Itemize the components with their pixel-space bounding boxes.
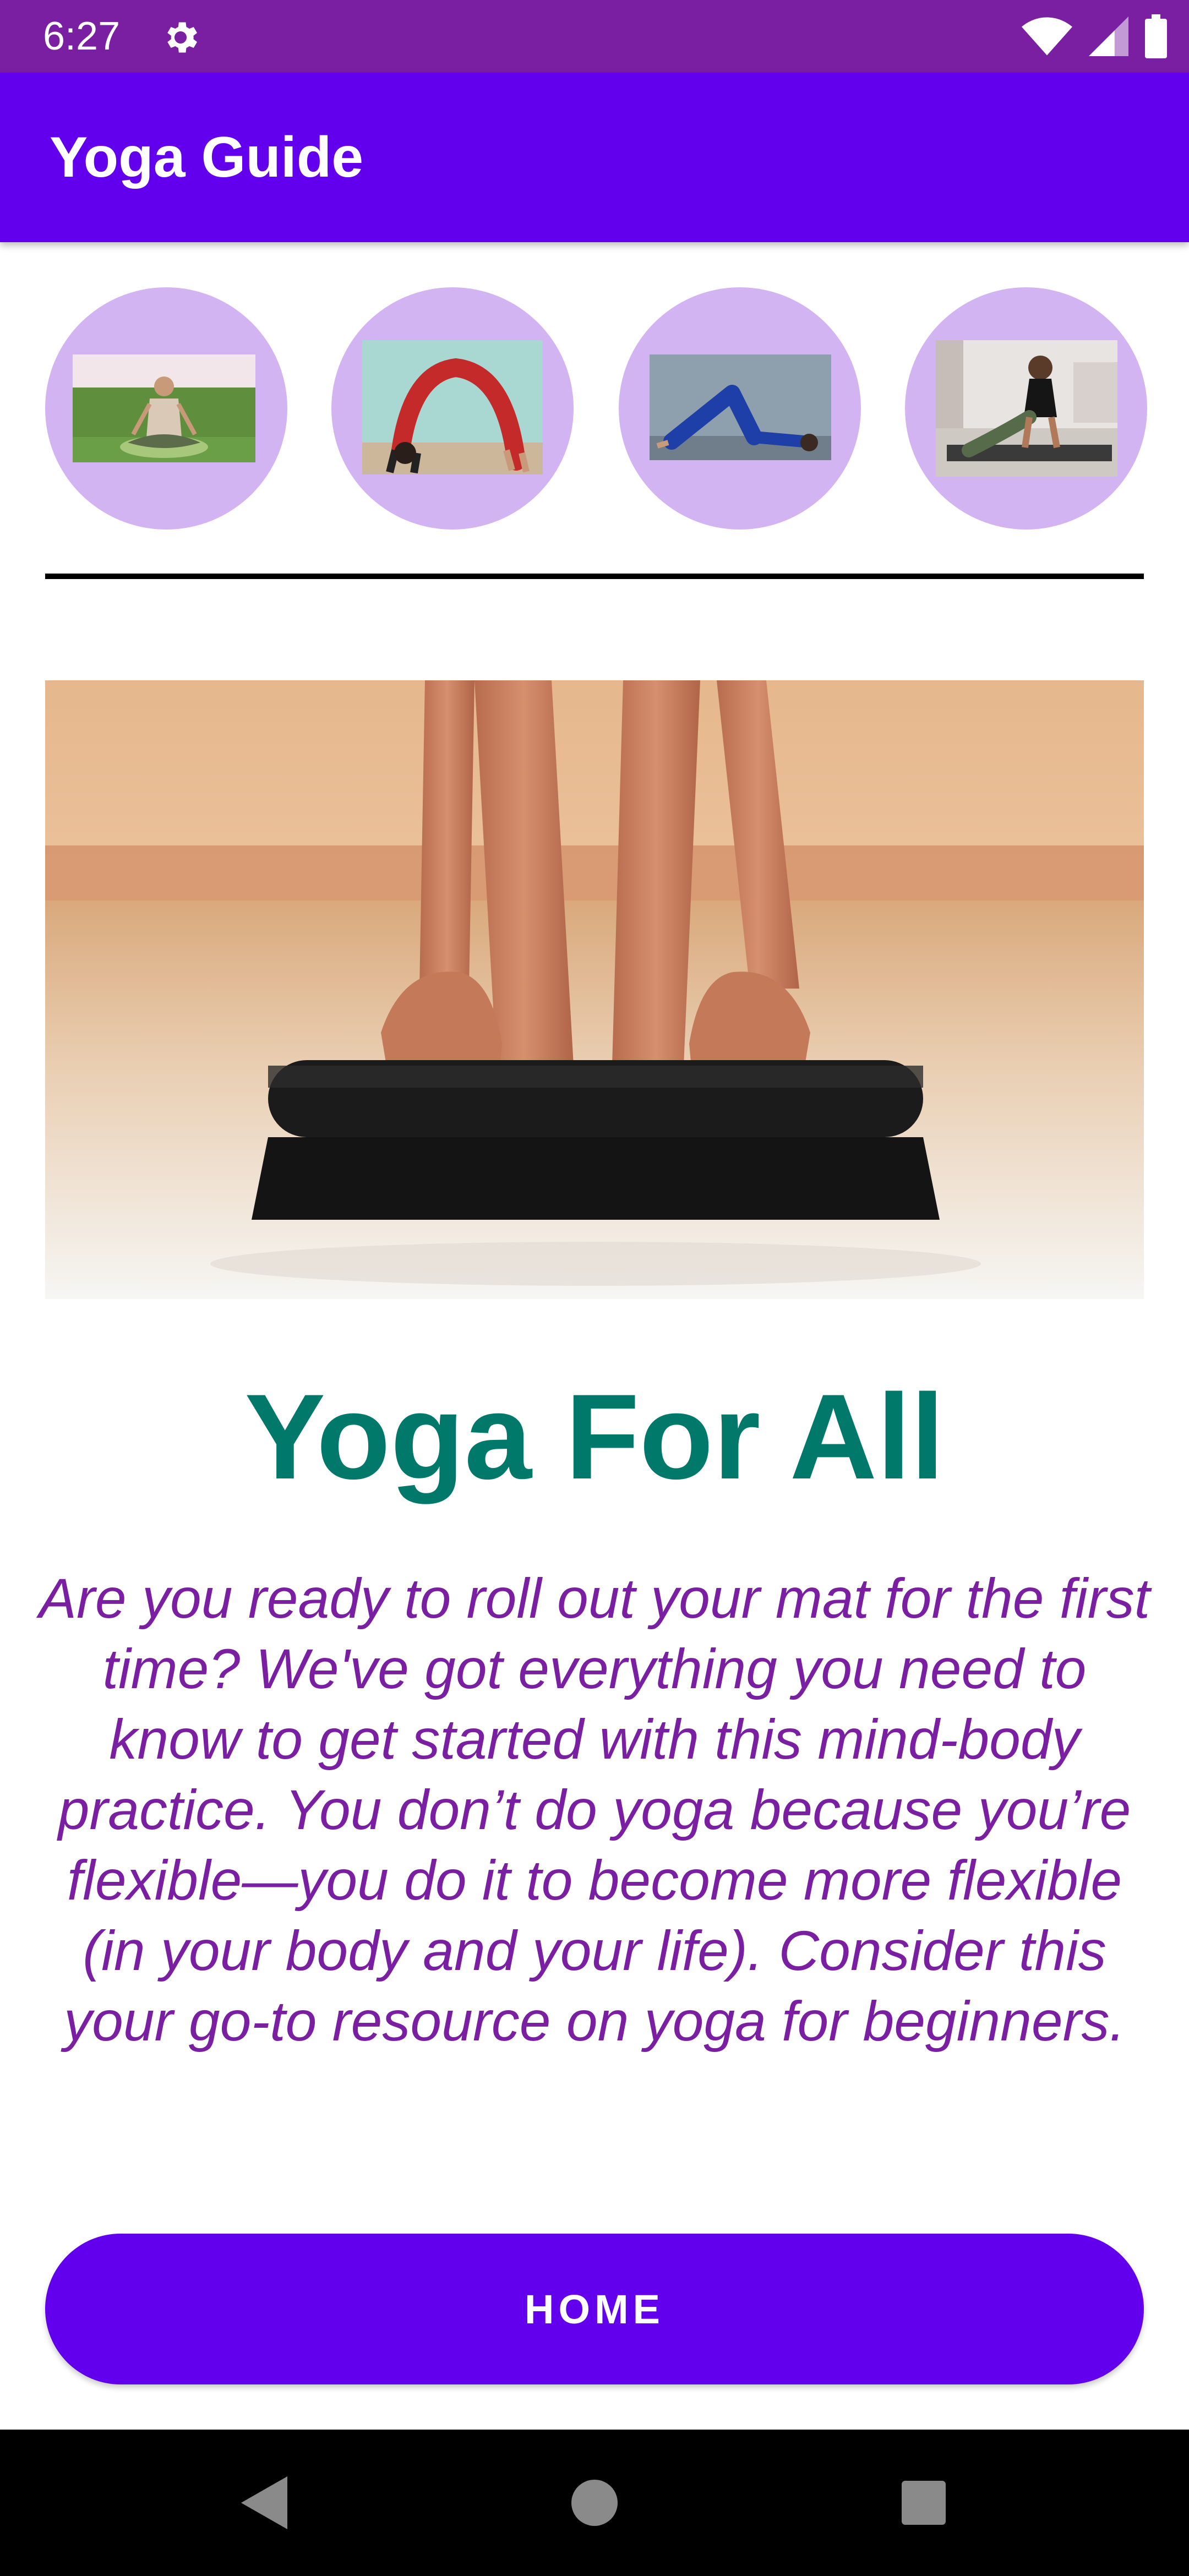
pose-thumbnail-4[interactable] — [905, 287, 1147, 530]
home-circle-icon — [571, 2480, 618, 2526]
nav-home-button[interactable] — [534, 2430, 655, 2576]
pose-thumbnail-2[interactable] — [331, 287, 574, 530]
settings-gear-icon — [167, 22, 198, 53]
home-button[interactable]: HOME — [45, 2234, 1144, 2384]
nav-back-button[interactable] — [204, 2430, 325, 2576]
page-heading: Yoga For All — [244, 1369, 945, 1504]
intro-paragraph: Are you ready to roll out your mat for t… — [39, 1567, 1150, 2053]
hands-rolling-yoga-mat-image — [45, 680, 1144, 1299]
screen: 6:27 Yoga Guide Yoga For All Are you rea… — [0, 0, 1189, 2576]
recents-square-icon — [902, 2481, 946, 2525]
seated-meditation-pose-image — [73, 354, 255, 462]
back-icon — [241, 2476, 287, 2529]
app-bar: Yoga Guide — [0, 73, 1189, 242]
wheel-backbend-pose-image — [362, 340, 543, 474]
app-title: Yoga Guide — [50, 125, 364, 189]
wifi-icon — [1022, 17, 1072, 56]
battery-icon — [1145, 14, 1167, 58]
status-time: 6:27 — [43, 14, 121, 58]
plow-pose-image — [650, 354, 831, 460]
system-navigation-bar — [0, 2430, 1189, 2576]
pose-thumbnail-3[interactable] — [619, 287, 861, 530]
hero-image — [45, 680, 1144, 1299]
cellular-signal-icon — [1089, 17, 1128, 56]
pose-thumbnail-1[interactable] — [45, 287, 287, 530]
status-icons — [1022, 14, 1167, 58]
status-bar: 6:27 — [0, 0, 1189, 73]
nav-recents-button[interactable] — [863, 2430, 984, 2576]
section-divider — [45, 574, 1144, 579]
cobra-pose-image — [936, 340, 1117, 477]
